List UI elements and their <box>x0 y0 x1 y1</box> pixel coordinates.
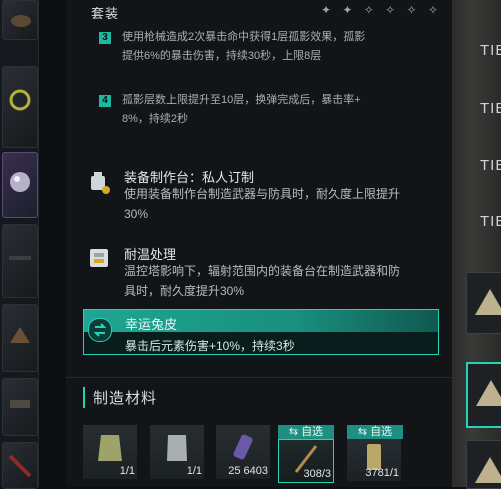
material-slot[interactable]: 25 6403 <box>216 425 270 479</box>
item-detail-panel: 套装 ✦ ✦ ✧ ✧ ✧ ✧ 3 使用枪械造成2次暴击命中获得1层孤影效果，孤影… <box>66 0 452 487</box>
thumbnail-item[interactable] <box>2 442 38 489</box>
custom-select-tag: ⇆ 自选 <box>347 425 403 439</box>
material-slot[interactable]: 3781/1 <box>347 439 401 481</box>
goggles-icon <box>9 89 31 111</box>
orb-weapon-icon <box>10 172 30 192</box>
set-effect-description: 使用枪械造成2次暴击命中获得1层孤影效果，孤影 提供6%的暴击伤害，持续30秒，… <box>122 31 366 62</box>
vest-icon <box>98 435 122 461</box>
rifle-icon <box>9 256 31 260</box>
material-slot-selected[interactable]: 308/3 <box>278 439 334 483</box>
launcher-icon <box>10 400 30 408</box>
star-rating: ✦ ✦ ✧ ✧ ✧ ✧ <box>321 3 442 17</box>
effect-number-badge: 4 <box>99 95 111 107</box>
material-slot[interactable]: 1/1 <box>150 425 204 479</box>
heat-resist-icon <box>90 249 108 267</box>
swap-arrows-icon <box>88 318 112 342</box>
wing-cape-icon <box>475 457 501 483</box>
custom-select-tag: ⇆ 自选 <box>278 425 334 439</box>
tier-label[interactable]: TIE <box>480 100 501 117</box>
material-count: 3781/1 <box>365 467 399 479</box>
thumbnail-item[interactable] <box>2 378 38 436</box>
tier-label[interactable]: TIE <box>480 213 501 230</box>
perk-description: 暴击后元素伤害+10%，持续3秒 <box>125 339 295 353</box>
cape-icon <box>10 327 30 343</box>
armor-plate-icon <box>167 435 187 461</box>
gear-card-selected[interactable] <box>466 362 501 428</box>
set-effect-description: 孤影层数上限提升至10层，换弹完成后，暴击率+ 8%，持续2秒 <box>122 94 361 125</box>
materials-title: 制造材料 <box>83 387 157 408</box>
thumbnail-item[interactable] <box>2 66 38 148</box>
sword-icon <box>8 454 32 478</box>
tier-label[interactable]: TIE <box>480 42 501 59</box>
canister-icon <box>233 434 253 460</box>
wing-cape-icon <box>476 380 501 406</box>
wing-cape-icon <box>475 289 501 315</box>
item-thumbnail-list <box>0 0 39 489</box>
gear-card[interactable] <box>466 272 501 334</box>
material-slot[interactable]: 1/1 <box>83 425 137 479</box>
effect-number-badge: 3 <box>99 32 111 44</box>
material-count: 308/3 <box>303 468 331 480</box>
thumbnail-item-selected[interactable] <box>2 152 38 218</box>
section-divider <box>66 377 452 378</box>
thumbnail-item[interactable] <box>2 224 38 298</box>
backpack-icon <box>11 15 31 27</box>
gear-card[interactable] <box>466 440 501 489</box>
material-count: 1/1 <box>186 465 202 477</box>
perk-title: 幸运兔皮 <box>125 317 178 332</box>
perk-highlight[interactable]: 幸运兔皮 暴击后元素伤害+10%，持续3秒 <box>83 309 439 355</box>
tier-label[interactable]: TIE <box>480 157 501 174</box>
material-count: 25 6403 <box>228 465 268 477</box>
skill-description: 使用装备制作台制造武器与防具时，耐久度上限提升 30% <box>124 187 401 221</box>
thumbnail-item[interactable] <box>2 304 38 372</box>
skill-description: 温控塔影响下，辐射范围内的装备台在制造武器和防 具时，耐久度提升30% <box>124 264 401 298</box>
set-header: 套装 ✦ ✦ ✧ ✧ ✧ ✧ <box>66 0 452 22</box>
workbench-icon <box>91 172 110 194</box>
set-title: 套装 <box>91 6 120 21</box>
thumbnail-item[interactable] <box>2 0 38 40</box>
material-count: 1/1 <box>119 465 135 477</box>
